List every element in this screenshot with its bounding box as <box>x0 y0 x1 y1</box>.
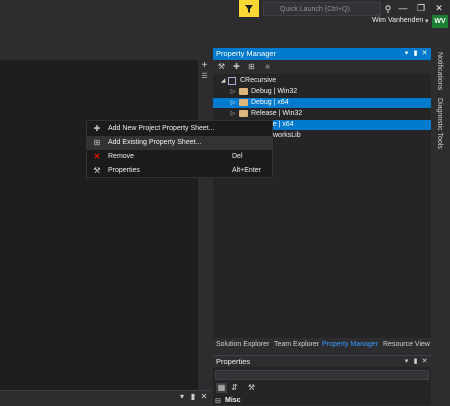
menu-item-properties[interactable]: ⚒ Properties Alt+Enter <box>87 164 272 178</box>
tree-item-config[interactable]: ▷ Debug | Win32 <box>213 87 431 97</box>
menu-item-add-existing-property-sheet[interactable]: ⊞ Add Existing Property Sheet... <box>87 136 272 150</box>
panel-title: Property Manager <box>216 49 277 58</box>
tree-item-config[interactable]: ▷ Release | Win32 <box>213 109 431 119</box>
menu-item-label: Add Existing Property Sheet... <box>108 139 202 146</box>
add-existing-sheet-icon[interactable]: ⊞ <box>246 62 257 72</box>
menu-item-label: Properties <box>108 167 140 174</box>
close-icon[interactable]: ✕ <box>420 356 429 367</box>
chevron-down-icon[interactable]: ▾ <box>425 17 429 25</box>
folder-icon <box>239 88 248 95</box>
user-name[interactable]: Wim Vanhenden <box>372 17 423 24</box>
category-label: Misc <box>225 397 241 404</box>
editor-area[interactable] <box>0 52 211 391</box>
chevron-right-icon[interactable]: ▷ <box>229 87 237 97</box>
wrench-icon: ⚒ <box>93 166 101 175</box>
chevron-right-icon[interactable]: ▷ <box>229 98 237 108</box>
tree-item-label: Debug | x64 <box>251 99 289 106</box>
editor-gutter <box>198 60 211 390</box>
save-icon[interactable]: ■ <box>262 62 273 72</box>
folder-icon <box>239 99 248 106</box>
chevron-right-icon[interactable]: ▷ <box>229 109 237 119</box>
alphabetical-icon[interactable]: ⇵ <box>229 383 240 393</box>
funnel-icon <box>245 4 253 13</box>
tree-item-label: CRecursive <box>240 77 277 84</box>
close-icon[interactable]: ✕ <box>420 48 429 60</box>
tab-diagnostic-tools[interactable]: Diagnostic Tools <box>436 98 443 149</box>
quick-launch-input[interactable]: Quick Launch (Ctrl+Q) <box>263 2 381 16</box>
add-icon[interactable]: + <box>199 60 210 71</box>
pin-icon[interactable]: ▮ <box>188 391 198 403</box>
feedback-button[interactable] <box>239 0 259 17</box>
chevron-down-icon[interactable]: ▾ <box>402 48 411 60</box>
menu-item-label: Add New Project Property Sheet... <box>108 125 215 132</box>
chevron-down-icon[interactable]: ◢ <box>219 76 227 86</box>
add-new-sheet-icon: ✚ <box>93 124 101 133</box>
tree-item-project[interactable]: ◢ CRecursive <box>213 76 431 86</box>
menu-item-shortcut: Alt+Enter <box>232 167 261 174</box>
close-button[interactable]: ✕ <box>430 0 448 16</box>
menu-item-label: Remove <box>108 153 135 160</box>
tab-solution-explorer[interactable]: Solution Explorer <box>216 341 269 348</box>
wrench-icon[interactable]: ⚒ <box>216 62 227 72</box>
split-icon[interactable]: ☰ <box>199 72 210 82</box>
add-existing-sheet-icon: ⊞ <box>93 138 101 147</box>
tab-notifications[interactable]: Notifications <box>436 52 443 90</box>
folder-icon <box>239 110 248 117</box>
menu-item-remove[interactable]: ✕ Remove Del <box>87 150 272 164</box>
chevron-down-icon[interactable]: ▾ <box>177 391 187 403</box>
wrench-icon[interactable]: ⚒ <box>246 383 257 393</box>
tree-item-label: Debug | Win32 <box>251 88 298 95</box>
editor-header-strip <box>0 52 211 60</box>
categorized-icon[interactable]: ▦ <box>216 383 227 393</box>
remove-icon: ✕ <box>93 152 101 161</box>
search-icon[interactable]: ⚲ <box>381 2 395 16</box>
pin-icon[interactable]: ▮ <box>411 356 420 367</box>
minimize-button[interactable]: — <box>394 0 412 16</box>
add-new-sheet-icon[interactable]: ✚ <box>231 62 242 72</box>
close-icon[interactable]: ✕ <box>199 391 209 403</box>
maximize-button[interactable]: ❐ <box>412 0 430 16</box>
collapse-icon[interactable]: ⊟ <box>215 397 221 405</box>
tab-property-manager[interactable]: Property Manager <box>322 341 378 348</box>
tab-resource-view[interactable]: Resource View <box>383 341 430 348</box>
tree-item-config[interactable]: ▷ Debug | x64 <box>213 98 431 108</box>
menu-item-add-new-property-sheet[interactable]: ✚ Add New Project Property Sheet... <box>87 122 272 136</box>
pin-icon[interactable]: ▮ <box>411 48 420 60</box>
object-selector[interactable] <box>215 370 429 380</box>
avatar[interactable]: WV <box>432 15 448 28</box>
menu-item-shortcut: Del <box>232 153 243 160</box>
chevron-down-icon[interactable]: ▾ <box>402 356 411 367</box>
tree-item-label: Release | Win32 <box>251 110 303 117</box>
tree-item-label: worksLib <box>273 132 301 139</box>
panel-title: Properties <box>216 357 251 366</box>
project-icon <box>228 77 236 85</box>
tab-team-explorer[interactable]: Team Explorer <box>274 341 319 348</box>
